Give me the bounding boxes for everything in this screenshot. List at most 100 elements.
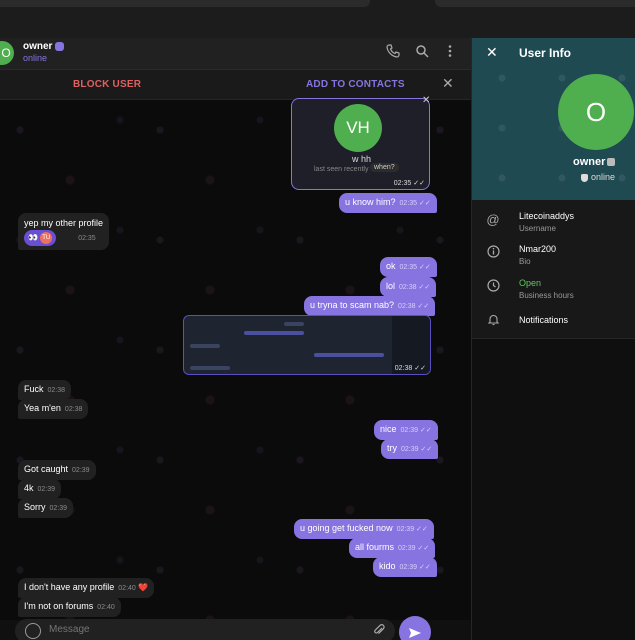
contact-last-seen: last seen recently <box>314 166 369 173</box>
message-text: yep my other profile <box>24 218 104 228</box>
message-text: 4k <box>24 483 34 493</box>
message-in[interactable]: Sorry 02:39 <box>18 498 74 518</box>
message-time: 02:38 <box>47 387 66 394</box>
contact-card[interactable]: VH w hh last seen recently when? 02:35 ✓… <box>291 98 430 190</box>
message-in[interactable]: yep my other profile 👀 TU 02:35 <box>18 213 110 250</box>
photo-message[interactable]: 02:38 ✓✓ <box>183 315 431 375</box>
profile-name: owner <box>573 156 616 168</box>
browser-top-strip <box>0 0 635 38</box>
premium-badge-icon <box>55 41 65 51</box>
message-in[interactable]: Yea m'en 02:38 <box>18 399 89 419</box>
message-time: 02:39 <box>37 486 56 493</box>
message-time-text: 02:39 <box>396 526 415 533</box>
emoji-icon[interactable] <box>25 623 41 639</box>
contact-avatar: VH <box>334 104 382 152</box>
message-text: Yea m'en <box>24 403 61 413</box>
message-text: nice <box>380 424 397 434</box>
message-out[interactable]: u tryna to scam nab? 02:38 ✓✓ <box>304 296 436 316</box>
message-time-text: 02:38 <box>398 303 416 310</box>
clock-icon <box>485 279 501 295</box>
bio-label: Bio <box>519 257 531 266</box>
username-value: Litecoinaddys <box>519 211 575 221</box>
reactions[interactable]: 👀 TU <box>24 230 57 246</box>
panel-empty-area <box>472 338 635 640</box>
action-bar: BLOCK USER ADD TO CONTACTS ✕ <box>0 70 471 100</box>
message-time: 02:39 <box>49 505 68 512</box>
message-in[interactable]: Got caught 02:39 <box>18 460 96 480</box>
message-time: 02:38 ✓✓ <box>399 284 431 291</box>
message-in[interactable]: 4k 02:39 <box>18 479 62 499</box>
message-text: I don't have any profile <box>24 582 115 592</box>
browser-tab[interactable] <box>435 0 635 7</box>
message-text: ok <box>386 261 396 271</box>
message-time: 02:39 <box>72 467 90 474</box>
hours-label: Business hours <box>519 291 574 300</box>
message-text: u tryna to scam nab? <box>310 300 395 310</box>
message-out[interactable]: u going get fucked now 02:39 ✓✓ <box>294 519 434 539</box>
message-text: try <box>387 443 397 453</box>
contact-when-label: when? <box>370 163 399 172</box>
chat-title[interactable]: owner <box>23 41 65 52</box>
chat-title-text: owner <box>23 41 53 52</box>
premium-badge-icon <box>607 158 616 167</box>
bio-value: Nmar200 <box>519 244 557 254</box>
browser-tab[interactable] <box>0 0 370 7</box>
message-in[interactable]: I'm not on forums 02:40 <box>18 597 121 617</box>
message-time: 02:35 <box>78 235 96 242</box>
close-icon[interactable]: ✕ <box>442 75 454 92</box>
notifications-row[interactable]: Notifications <box>472 311 635 341</box>
message-in[interactable]: I don't have any profile 02:40 ❤️ <box>18 578 155 598</box>
message-composer[interactable] <box>15 619 395 640</box>
avatar[interactable]: O <box>0 41 14 65</box>
contact-name: w hh <box>351 154 371 164</box>
message-time: 02:39 ✓✓ <box>396 526 428 533</box>
message-out[interactable]: kido 02:39 ✓✓ <box>373 557 437 577</box>
message-out[interactable]: try 02:39 ✓✓ <box>381 439 439 459</box>
more-icon[interactable] <box>441 44 459 62</box>
chat-status: online <box>23 53 48 63</box>
phone-icon[interactable] <box>384 44 402 62</box>
message-time: 02:40 <box>97 604 115 611</box>
message-time: 02:38 ✓✓ <box>398 303 430 310</box>
search-icon[interactable] <box>413 44 431 62</box>
message-time: 02:39 ✓✓ <box>401 446 433 453</box>
username-label: Username <box>519 224 556 233</box>
send-button[interactable] <box>399 616 431 640</box>
panel-title: User Info <box>519 46 572 60</box>
chat-header[interactable]: O owner online <box>0 38 471 70</box>
message-input[interactable] <box>49 624 329 635</box>
message-time: 02:35 ✓✓ <box>393 180 425 187</box>
attach-icon[interactable] <box>373 623 385 640</box>
username-row[interactable]: @ Litecoinaddys Username <box>472 210 635 240</box>
message-out[interactable]: ok 02:35 ✓✓ <box>380 257 437 277</box>
close-icon[interactable]: ✕ <box>486 44 498 61</box>
bell-icon <box>485 313 501 329</box>
heart-reaction[interactable]: ❤️ <box>138 583 148 592</box>
reaction-avatar: TU <box>40 231 53 244</box>
profile-avatar[interactable]: O <box>558 74 634 150</box>
business-hours-row[interactable]: Open Business hours <box>472 277 635 307</box>
notifications-label: Notifications <box>519 315 569 325</box>
block-user-button[interactable]: BLOCK USER <box>73 79 141 90</box>
message-in[interactable]: Fuck 02:38 <box>18 380 72 400</box>
message-out[interactable]: lol 02:38 ✓✓ <box>380 277 437 297</box>
message-time: 02:40 <box>118 585 136 592</box>
message-time: 02:38 ✓✓ <box>394 365 426 372</box>
message-time-text: 02:35 <box>399 200 418 207</box>
message-out[interactable]: all fourms 02:39 ✓✓ <box>349 538 436 558</box>
shield-icon <box>581 173 588 182</box>
bio-row[interactable]: Nmar200 Bio <box>472 243 635 273</box>
profile-name-text: owner <box>573 156 606 168</box>
at-sign-icon: @ <box>486 212 500 227</box>
info-icon <box>485 245 501 261</box>
message-time: 02:35 ✓✓ <box>399 264 431 271</box>
message-time: 02:38 <box>64 406 83 413</box>
message-out[interactable]: u know him? 02:35 ✓✓ <box>339 193 437 213</box>
message-time-text: 02:39 <box>400 427 419 434</box>
message-out[interactable]: nice 02:39 ✓✓ <box>374 420 438 440</box>
message-time: 02:35 ✓✓ <box>399 200 431 207</box>
close-icon[interactable]: ✕ <box>422 95 430 106</box>
add-to-contacts-button[interactable]: ADD TO CONTACTS <box>306 79 405 90</box>
message-time-text: 02:38 <box>394 365 413 372</box>
message-time-text: 02:39 <box>401 446 419 453</box>
